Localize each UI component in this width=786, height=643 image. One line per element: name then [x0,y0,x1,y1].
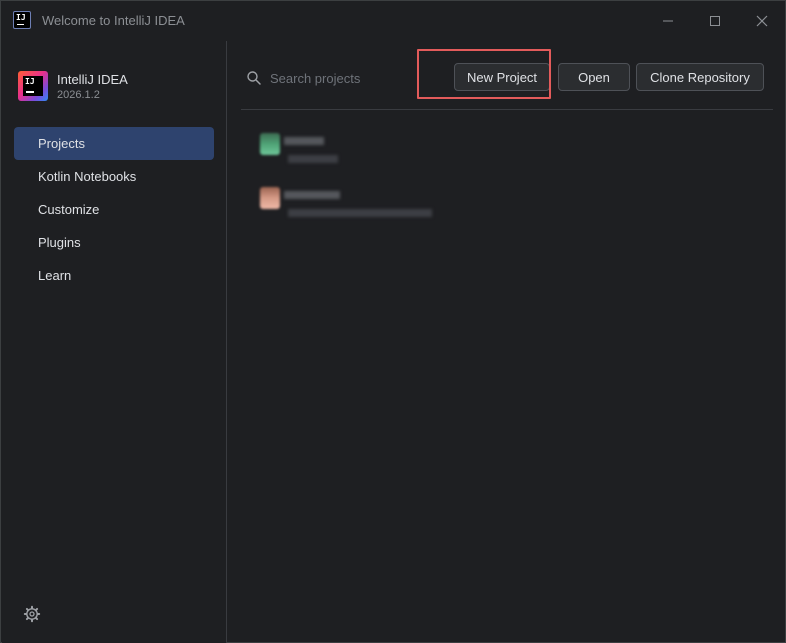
intellij-logo-icon: IJ [18,71,48,101]
search-input[interactable] [270,70,410,86]
open-button[interactable]: Open [558,63,630,91]
gear-icon[interactable] [23,605,41,623]
minimize-icon [663,20,673,22]
app-version: 2026.1.2 [57,89,100,101]
window-title: Welcome to IntelliJ IDEA [42,13,185,28]
sidebar-item-label: Kotlin Notebooks [38,169,137,184]
main-panel: New Project Open Clone Repository [228,41,786,643]
sidebar-item-label: Customize [38,202,100,217]
clone-repository-button[interactable]: Clone Repository [636,63,764,91]
sidebar-item-kotlin-notebooks[interactable]: Kotlin Notebooks [14,160,214,193]
new-project-button[interactable]: New Project [454,63,550,91]
project-icon [260,187,280,209]
recent-project-item[interactable] [260,183,460,223]
sidebar-item-label: Plugins [38,235,81,250]
search-box[interactable] [246,65,416,91]
maximize-button[interactable] [702,9,728,33]
project-path-blurred [288,209,432,217]
sidebar-item-customize[interactable]: Customize [14,193,214,226]
search-icon [247,71,261,85]
sidebar-item-learn[interactable]: Learn [14,259,214,292]
sidebar: IJ IntelliJ IDEA 2026.1.2 Projects Kotli… [2,41,227,643]
sidebar-item-label: Projects [38,136,85,151]
close-icon [756,15,768,27]
project-name-blurred [284,137,324,145]
intellij-icon: IJ [13,11,31,29]
project-icon [260,133,280,155]
sidebar-item-projects[interactable]: Projects [14,127,214,160]
app-name: IntelliJ IDEA [57,72,128,87]
project-path-blurred [288,155,338,163]
sidebar-item-plugins[interactable]: Plugins [14,226,214,259]
close-button[interactable] [749,9,775,33]
title-bar: IJ Welcome to IntelliJ IDEA [1,1,785,41]
maximize-icon [710,16,720,26]
intellij-welcome-window: IJ Welcome to IntelliJ IDEA IJ IntelliJ … [0,0,786,643]
minimize-button[interactable] [655,9,681,33]
recent-project-item[interactable] [260,129,460,169]
project-name-blurred [284,191,340,199]
sidebar-nav: Projects Kotlin Notebooks Customize Plug… [14,127,214,292]
divider [241,109,773,110]
sidebar-item-label: Learn [38,268,72,283]
